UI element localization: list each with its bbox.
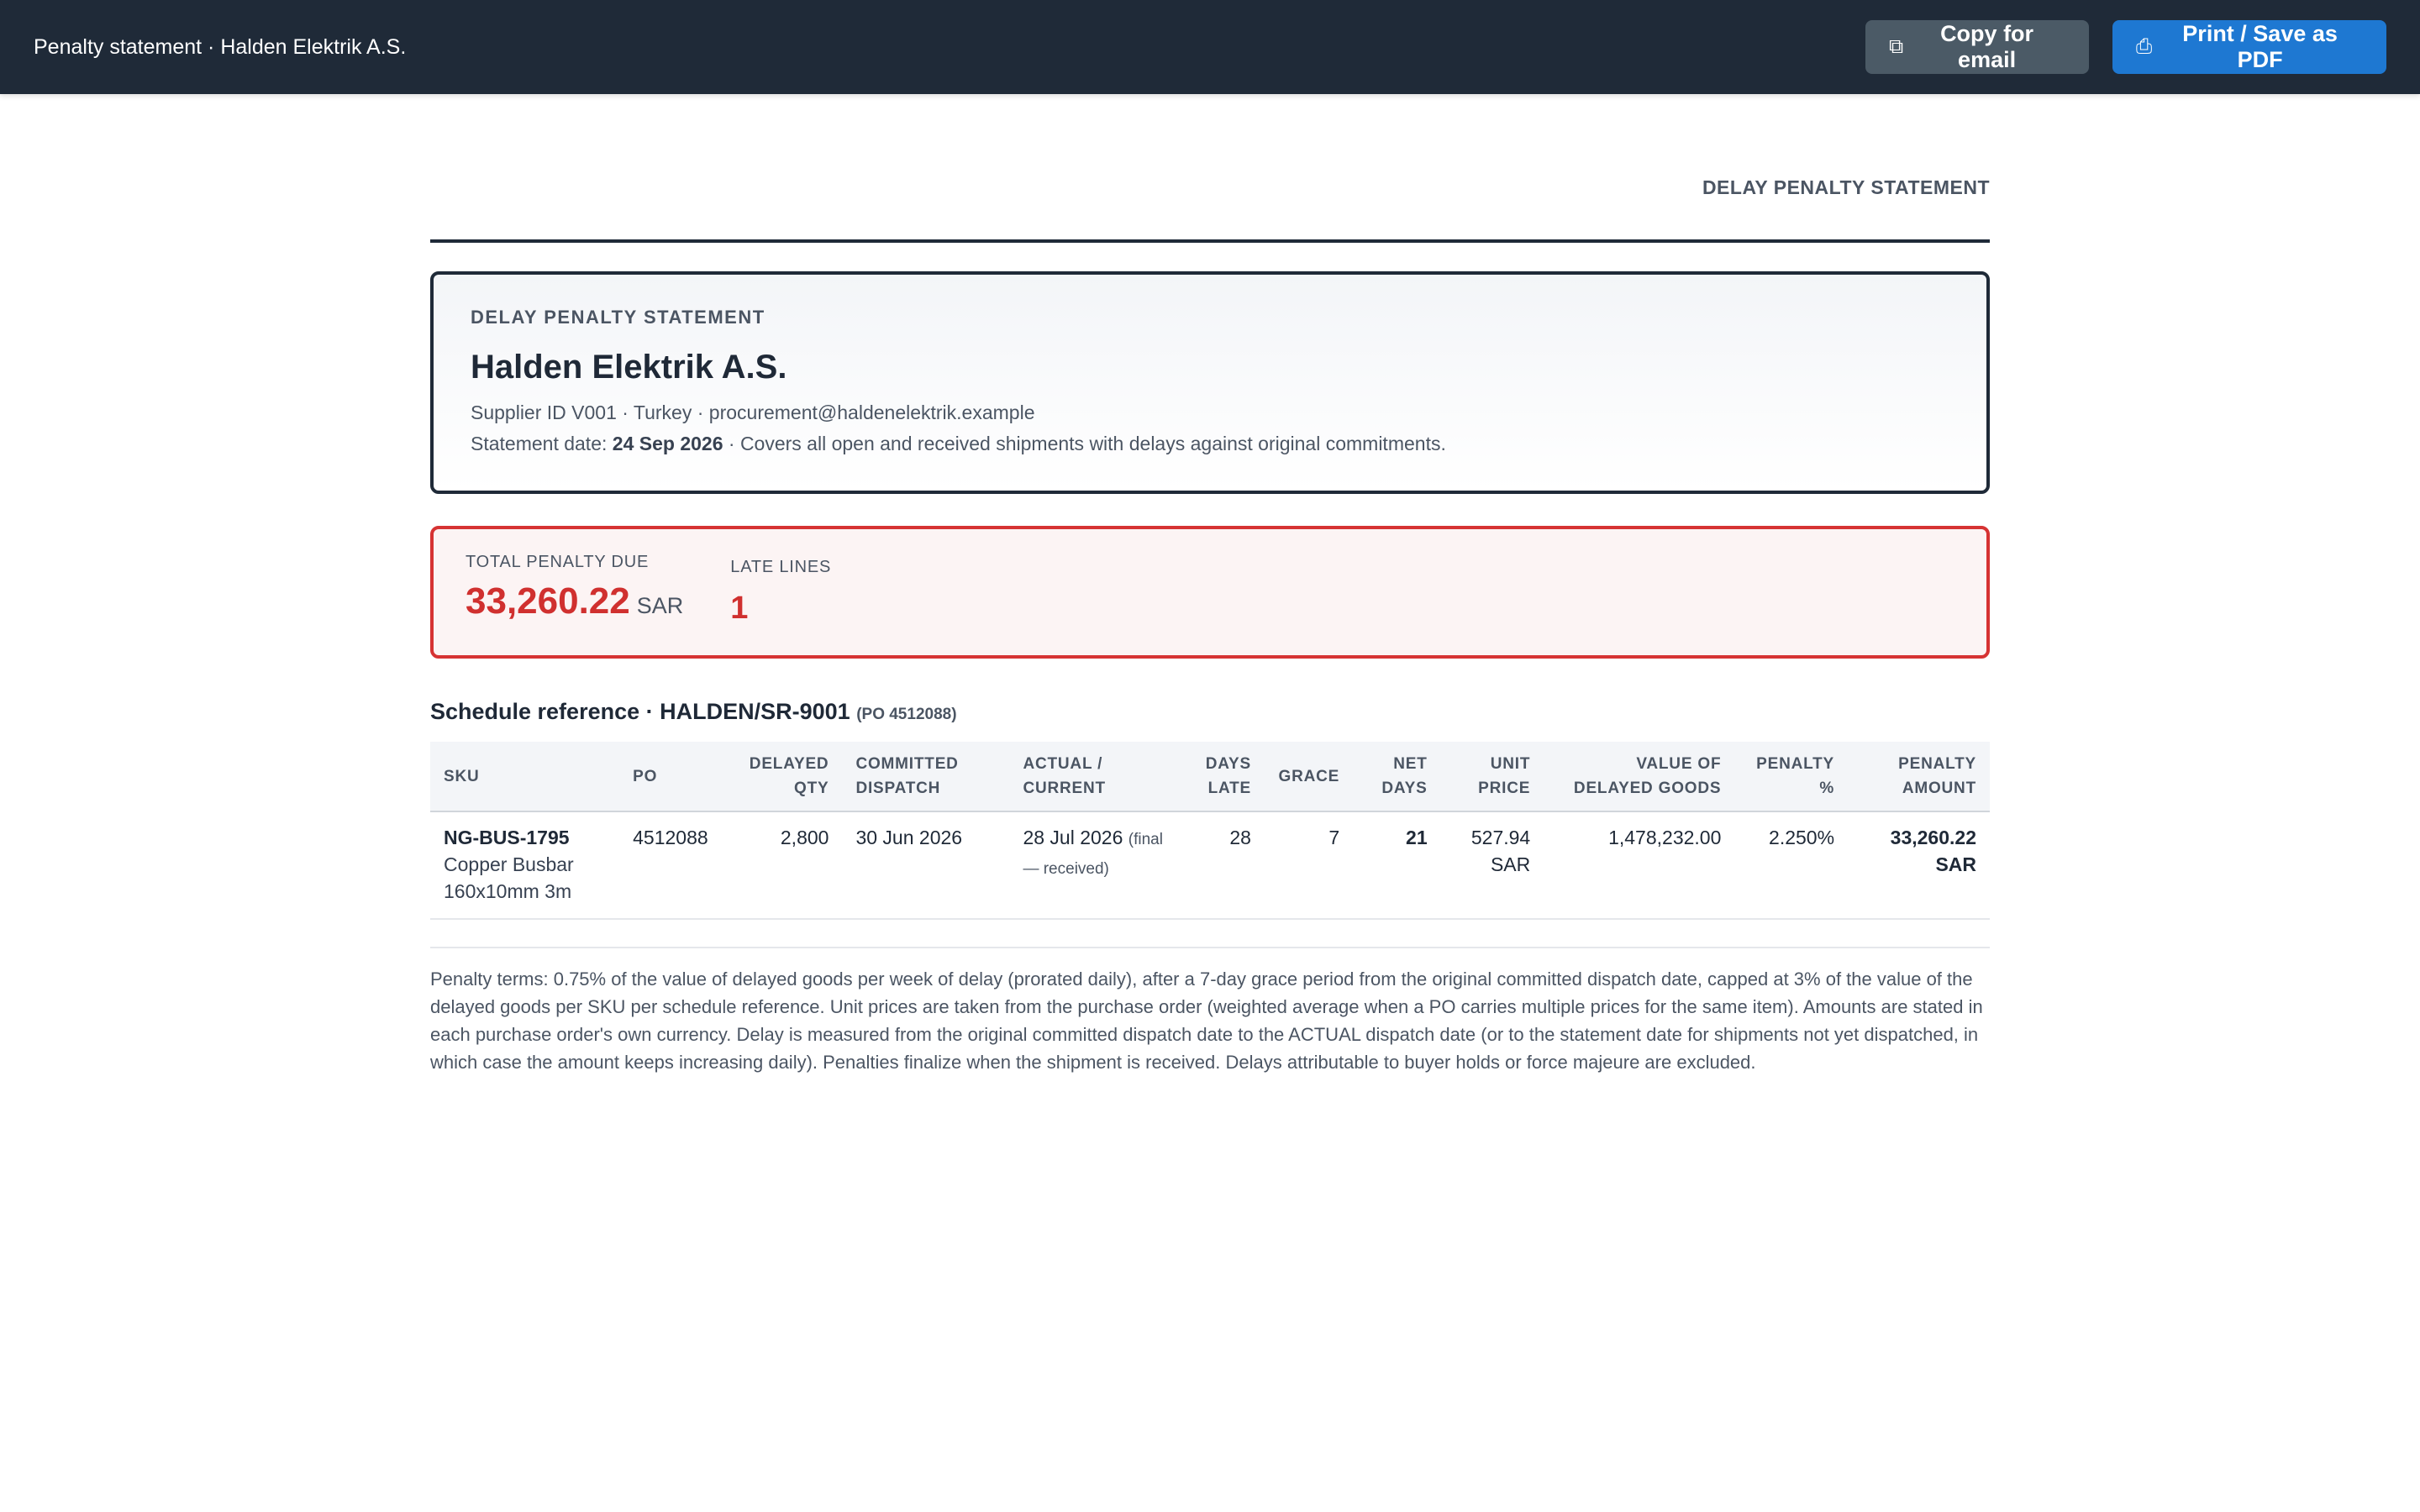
schedule-title: Schedule reference · HALDEN/SR-9001 (PO … (430, 699, 1990, 725)
table-row: NG-BUS-1795 Copper Busbar 160x10mm 3m 451… (430, 811, 1990, 920)
window-title: Penalty statement · Halden Elektrik A.S. (34, 34, 407, 59)
late-lines-table: SKU PO DELAYED QTY COMMITTED DISPATCH ACTU… (430, 742, 1990, 920)
col-actual-current: ACTUAL / CURRENT (1023, 755, 1106, 797)
print-save-pdf-label: Print / Save as PDF (2182, 21, 2338, 72)
cell-delayed-qty: 2,800 (734, 811, 843, 920)
supplier-meta: Supplier ID V001 · Turkey · procurement@… (471, 402, 1035, 423)
cell-po: 4512088 (619, 811, 734, 920)
copy-for-email-label: Copy for email (1940, 21, 2034, 72)
statement-page: DELAY PENALTY STATEMENT DELAY PENALTY ST… (430, 94, 1990, 1076)
statement-date: 24 Sep 2026 (612, 433, 723, 454)
total-penalty-currency: SAR (636, 593, 684, 618)
statement-date-prefix: Statement date: (471, 433, 613, 454)
supplier-name: Halden Elektrik A.S. (471, 349, 787, 386)
cell-days-late: 28 (1188, 811, 1265, 920)
cell-actual-current: 28 Jul 2026 (final — received) (1009, 811, 1189, 920)
col-committed-dispatch: COMMITTED DISPATCH (855, 755, 959, 797)
header-divider (430, 239, 1990, 243)
cell-committed-dispatch: 30 Jun 2026 (842, 811, 1010, 920)
total-penalty-label: TOTAL PENALTY DUE (466, 553, 650, 571)
cell-sku: NG-BUS-1795 Copper Busbar 160x10mm 3m (430, 811, 620, 920)
col-delayed-qty: DELAYED QTY (749, 755, 829, 797)
col-penalty-percent: PENALTY% (1756, 755, 1835, 797)
col-grace: GRACE (1278, 767, 1340, 785)
col-unit-price: UNIT PRICE (1478, 755, 1531, 797)
late-lines-label: LATE LINES (730, 558, 832, 576)
document-label: DELAY PENALTY STATEMENT (1702, 176, 1990, 198)
cell-unit-price: 527.94 SAR (1440, 811, 1544, 920)
statement-coverage: · Covers all open and received shipments… (723, 433, 1446, 454)
schedule-po-note: (PO 4512088) (856, 706, 957, 723)
sku-code: NG-BUS-1795 (444, 827, 570, 848)
col-days-late: DAYS LATE (1205, 755, 1251, 797)
terms-divider (430, 947, 1990, 948)
table-header-row: SKU PO DELAYED QTY COMMITTED DISPATCH ACTU… (430, 742, 1990, 811)
col-penalty-amount: PENALTY AMOUNT (1898, 755, 1976, 797)
printer-icon: ⎙ (2136, 35, 2153, 58)
cell-penalty-amount: 33,260.22 SAR (1848, 811, 1990, 920)
penalty-summary: TOTAL PENALTY DUE 33,260.22 SAR LATE LINE… (430, 526, 1990, 659)
late-lines-value: 1 (730, 591, 749, 626)
supplier-card: DELAY PENALTY STATEMENT Halden Elektrik … (430, 271, 1990, 494)
sku-description: Copper Busbar 160x10mm 3m (444, 853, 574, 902)
cell-penalty-percent: 2.250% (1734, 811, 1849, 920)
schedule-reference: Schedule reference · HALDEN/SR-9001 (430, 699, 850, 724)
total-penalty-stat: TOTAL PENALTY DUE 33,260.22 SAR (466, 553, 683, 625)
col-po: PO (633, 767, 658, 785)
print-save-pdf-button[interactable]: ⎙ Print / Save as PDF (2112, 20, 2386, 74)
col-net-days: NET DAYS (1381, 755, 1428, 797)
cell-grace: 7 (1264, 811, 1354, 920)
supplier-card-kicker: DELAY PENALTY STATEMENT (471, 307, 765, 328)
cell-net-days: 21 (1353, 811, 1441, 920)
total-penalty-value: 33,260.22 SAR (466, 580, 683, 622)
late-lines-stat: LATE LINES 1 (730, 553, 832, 626)
total-penalty-amount: 33,260.22 (466, 580, 630, 622)
copy-for-email-button[interactable]: ⧉ Copy for email (1865, 20, 2089, 74)
top-bar: Penalty statement · Halden Elektrik A.S.… (0, 0, 2420, 94)
actual-status-note: (final (1128, 831, 1163, 848)
col-sku: SKU (444, 767, 480, 785)
statement-date-line: Statement date: 24 Sep 2026 · Covers all… (471, 433, 1949, 455)
penalty-terms: Penalty terms: 0.75% of the value of del… (430, 969, 1983, 1073)
cell-value-delayed-goods: 1,478,232.00 (1544, 811, 1735, 920)
copy-icon: ⧉ (1889, 35, 1904, 58)
col-value-delayed-goods: VALUE OF DELAYED GOODS (1573, 755, 1722, 797)
